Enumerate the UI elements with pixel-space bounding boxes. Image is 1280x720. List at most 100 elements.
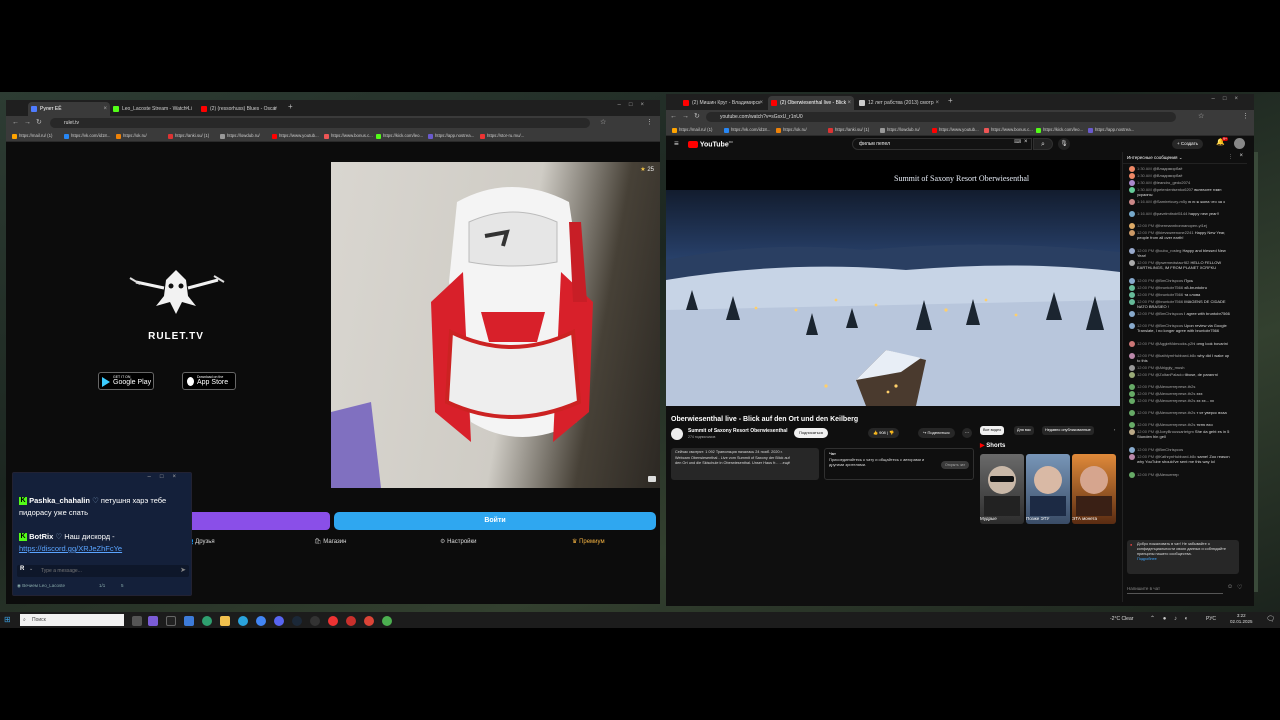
- emoji-icon[interactable]: ☺: [1227, 584, 1233, 590]
- chip-for-you[interactable]: Для вас: [1014, 426, 1034, 435]
- bookmark-item[interactable]: https://app.nostrea...: [1088, 126, 1134, 134]
- chat-more-icon[interactable]: ⋮: [1228, 154, 1233, 160]
- reload-icon[interactable]: ↻: [36, 118, 42, 128]
- app-icon-opera[interactable]: [346, 616, 356, 626]
- chat-author[interactable]: @bruntobr7566: [1155, 292, 1183, 297]
- menu-icon[interactable]: ⋮: [646, 118, 653, 128]
- bookmark-item[interactable]: https://vk.com/id18...: [64, 132, 110, 140]
- bookmark-item[interactable]: https://lowdub.ru/: [220, 132, 260, 140]
- task-view-icon[interactable]: [132, 616, 142, 626]
- more-actions-button[interactable]: ⋯: [962, 428, 972, 438]
- close-tab-icon[interactable]: ×: [935, 96, 939, 110]
- webcam-stream[interactable]: ★ 25: [331, 162, 660, 488]
- chat-author[interactable]: @BmChrispcos: [1155, 447, 1183, 452]
- star-icon[interactable]: ☆: [600, 118, 606, 128]
- app-icon-edge[interactable]: [202, 616, 212, 626]
- left-url-field[interactable]: rulet.tv: [50, 118, 590, 128]
- chat-author[interactable]: @BmChrispcos: [1155, 311, 1183, 316]
- bookmark-item[interactable]: https://anki.su/ (1): [828, 126, 869, 134]
- clock[interactable]: 3:22 02.01.2025: [1230, 613, 1253, 625]
- tray-icons[interactable]: ⌃ ● ♪ ◐: [1150, 615, 1191, 622]
- window-controls[interactable]: –□×: [1212, 96, 1246, 102]
- app-icon-chrome-3[interactable]: [382, 616, 392, 626]
- chat-author[interactable]: @Владимирбаё: [1153, 173, 1183, 178]
- back-icon[interactable]: ←: [670, 112, 677, 122]
- chat-toggle-icon[interactable]: [648, 476, 656, 482]
- bookmark-item[interactable]: https://lowdub.ru/: [880, 126, 920, 134]
- close-tab-icon[interactable]: ×: [847, 96, 851, 110]
- taskbar-search[interactable]: ⌕ Поиск: [20, 614, 124, 626]
- bookmark-item[interactable]: https://www.bonus.c...: [984, 126, 1033, 134]
- join-button[interactable]: Войти: [334, 512, 656, 530]
- weather-widget[interactable]: -2°C Clear: [1110, 616, 1133, 622]
- google-play-button[interactable]: GET IT ON Google Play: [98, 372, 154, 390]
- chat-author[interactable]: @pavelmitroiri5144: [1153, 211, 1188, 216]
- nav-premium[interactable]: ♛ Премиум: [572, 538, 605, 545]
- open-chat-button[interactable]: Открыть чат: [940, 461, 969, 469]
- youtube-logo[interactable]: YouTubeRU: [688, 140, 733, 148]
- chat-author[interactable]: @ZoltanPalacio: [1155, 372, 1183, 377]
- bookmark-item[interactable]: https://stor-ru.mu/...: [480, 132, 524, 140]
- language-indicator[interactable]: РУС: [1206, 616, 1216, 622]
- chat-author[interactable]: @Alexuerrep: [1155, 472, 1178, 477]
- bookmark-item[interactable]: https://www.youtub...: [272, 132, 319, 140]
- chat-author[interactable]: @bruntobr7566: [1155, 285, 1183, 290]
- like-button[interactable]: 👍 908 | 👎: [868, 428, 900, 438]
- chat-author[interactable]: @Ahiggly_mush: [1155, 365, 1184, 370]
- bookmark-item[interactable]: https://app.nostrea...: [428, 132, 474, 140]
- start-icon[interactable]: ⊞: [4, 615, 11, 624]
- bookmark-item[interactable]: https://ok.ru/: [776, 126, 807, 134]
- nav-shop[interactable]: 🛍 Магазин: [314, 538, 346, 545]
- video-description[interactable]: Сейчас смотрят: 1 092 Трансляция началас…: [671, 448, 819, 480]
- chip-all[interactable]: Все видео: [980, 426, 1005, 435]
- app-icon-store[interactable]: [184, 616, 194, 626]
- short-card-0[interactable]: Мудрые: [980, 454, 1024, 524]
- menu-icon[interactable]: ⋮: [1242, 112, 1249, 122]
- chat-author[interactable]: @leandro_gedo2074: [1153, 180, 1190, 185]
- app-icon-obs[interactable]: [310, 616, 320, 626]
- new-tab-button[interactable]: +: [948, 96, 953, 105]
- channel-name[interactable]: Summit of Saxony Resort Oberwiesenthal: [688, 428, 787, 434]
- subscribe-button[interactable]: Подписаться: [794, 428, 828, 438]
- right-tab-2[interactable]: 12 лет рабства (2013) смотр ×: [856, 96, 942, 110]
- chevron-down-icon[interactable]: ⌄: [29, 566, 33, 572]
- short-card-2[interactable]: ЭТА монета: [1072, 454, 1116, 524]
- app-icon-terminal[interactable]: [166, 616, 176, 626]
- bookmark-item[interactable]: https://ok.ru/: [116, 132, 147, 140]
- close-tab-icon[interactable]: ×: [759, 96, 763, 110]
- chat-author[interactable]: @hermannbonnanopen-yl1ej: [1155, 223, 1207, 228]
- bookmark-item[interactable]: https://kick.com/leo...: [1036, 126, 1083, 134]
- video-player[interactable]: Summit of Saxony Resort Oberwiesenthal: [666, 160, 1120, 406]
- app-icon-copilot[interactable]: [148, 616, 158, 626]
- chat-author[interactable]: @Alexuerreprese-th2s: [1155, 410, 1195, 415]
- right-tab-1[interactable]: (2) Oberwiesenthal live - Blick ×: [768, 96, 854, 110]
- nav-settings[interactable]: ⚙ Настройки: [440, 538, 476, 545]
- send-icon[interactable]: ➤: [180, 566, 186, 574]
- bookmark-item[interactable]: https://www.youtub...: [932, 126, 979, 134]
- app-icon-chrome-2[interactable]: [364, 616, 374, 626]
- chips-next-icon[interactable]: ›: [1114, 426, 1115, 435]
- rulet-logo[interactable]: RULET.TV: [126, 262, 226, 342]
- chat-author[interactable]: @Владимирбаё: [1153, 166, 1183, 171]
- chat-username[interactable]: BotRix: [29, 532, 53, 541]
- chat-author[interactable]: @Alexuerreprese-th2s: [1155, 398, 1195, 403]
- forward-icon[interactable]: →: [682, 112, 689, 122]
- chat-author[interactable]: @BmChrispcos: [1155, 278, 1183, 283]
- chat-input[interactable]: Type a message...: [41, 568, 82, 574]
- chat-username[interactable]: Pashka_chahalin: [29, 496, 90, 505]
- back-icon[interactable]: ←: [12, 118, 19, 128]
- close-chat-icon[interactable]: ×: [1239, 153, 1243, 159]
- keyboard-icon[interactable]: ⌨: [1014, 139, 1021, 145]
- mic-button[interactable]: 🎙: [1058, 138, 1070, 150]
- bookmark-item[interactable]: https://www.bonus.c...: [324, 132, 373, 140]
- chat-author[interactable]: @Alexuerreprese-th2s: [1155, 422, 1195, 427]
- chat-author[interactable]: @AggieMdmocks-y2hl: [1155, 341, 1195, 346]
- close-tab-icon[interactable]: ×: [273, 102, 277, 116]
- heart-icon[interactable]: ♡: [1237, 584, 1242, 591]
- app-icon-discord[interactable]: [274, 616, 284, 626]
- left-tab-2[interactable]: (2) (ressorhuss) Blues - Oscar ×: [198, 102, 280, 116]
- chat-author[interactable]: @peterdenisenko6207: [1153, 187, 1193, 192]
- bookmark-item[interactable]: https://kick.com/leo...: [376, 132, 423, 140]
- right-url-field[interactable]: youtube.com/watch?v=sGsxU_r1nU0: [706, 112, 1176, 122]
- chat-author[interactable]: @Alexuerreprese-th2s: [1155, 384, 1195, 389]
